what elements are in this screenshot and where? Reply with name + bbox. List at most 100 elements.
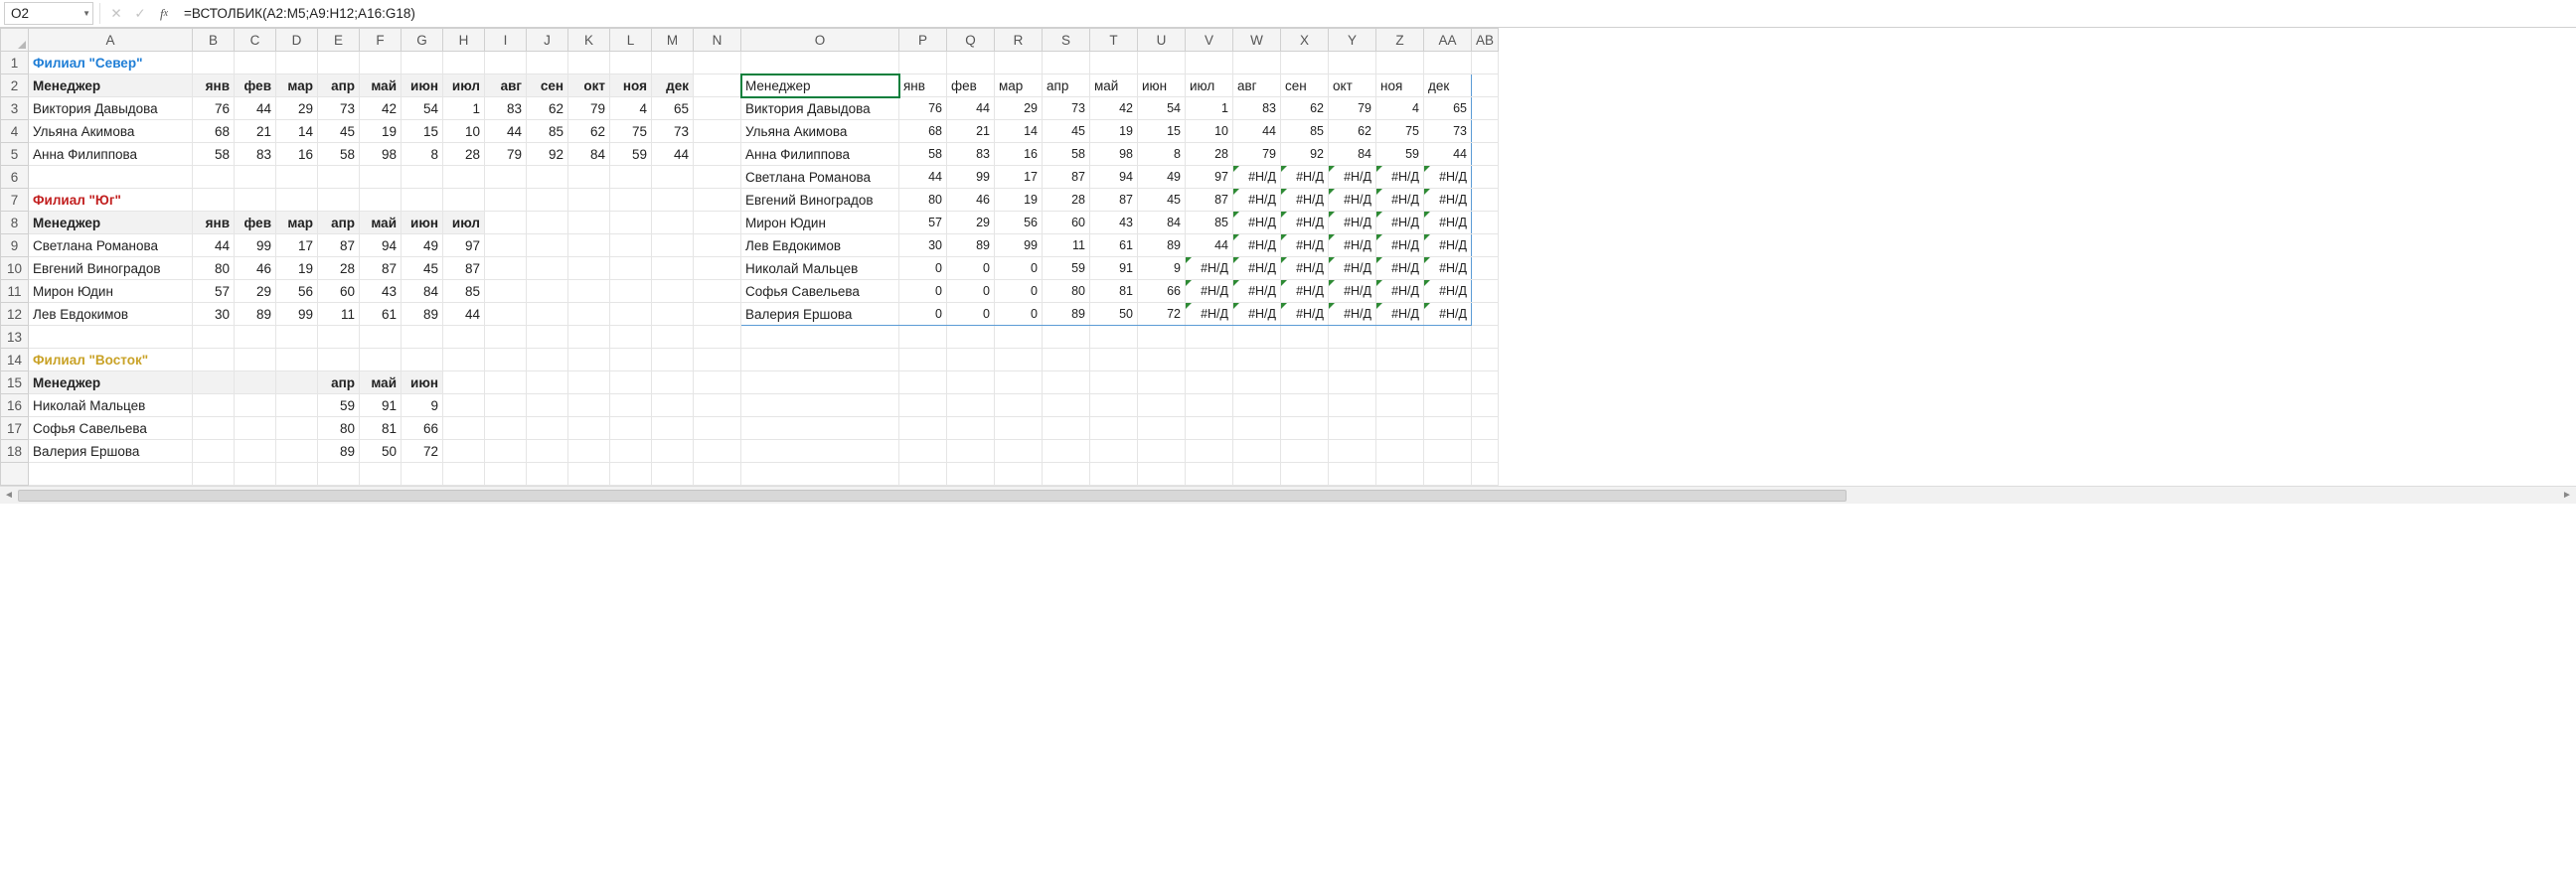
cell-G6[interactable]	[402, 166, 443, 189]
cell-R1[interactable]	[995, 52, 1043, 74]
cell-AB9[interactable]	[1472, 234, 1499, 257]
cell-A17[interactable]: Софья Савельева	[29, 417, 193, 440]
cell-M17[interactable]	[652, 417, 694, 440]
cell-U6[interactable]: 49	[1138, 166, 1186, 189]
cell-G19[interactable]	[402, 463, 443, 486]
row-header-12[interactable]: 12	[1, 303, 29, 326]
cell-Q18[interactable]	[947, 440, 995, 463]
cell-O11[interactable]: Софья Савельева	[741, 280, 899, 303]
cell-A14[interactable]: Филиал "Восток"	[29, 349, 193, 371]
cell-Y2[interactable]: окт	[1329, 74, 1376, 97]
cell-C8[interactable]: фев	[235, 212, 276, 234]
cell-R2[interactable]: мар	[995, 74, 1043, 97]
col-header-I[interactable]: I	[485, 29, 527, 52]
cell-X1[interactable]	[1281, 52, 1329, 74]
col-header-T[interactable]: T	[1090, 29, 1138, 52]
cell-C14[interactable]	[235, 349, 276, 371]
cell-E10[interactable]: 28	[318, 257, 360, 280]
cell-Y10[interactable]: #Н/Д	[1329, 257, 1376, 280]
cell-V18[interactable]	[1186, 440, 1233, 463]
cell-Q1[interactable]	[947, 52, 995, 74]
cell-X5[interactable]: 92	[1281, 143, 1329, 166]
cell-J18[interactable]	[527, 440, 568, 463]
cell-V19[interactable]	[1186, 463, 1233, 486]
col-header-S[interactable]: S	[1043, 29, 1090, 52]
cell-Y3[interactable]: 79	[1329, 97, 1376, 120]
cell-J19[interactable]	[527, 463, 568, 486]
chevron-down-icon[interactable]: ▼	[82, 9, 90, 18]
cell-Q6[interactable]: 99	[947, 166, 995, 189]
cell-T8[interactable]: 43	[1090, 212, 1138, 234]
cell-S6[interactable]: 87	[1043, 166, 1090, 189]
cell-O9[interactable]: Лев Евдокимов	[741, 234, 899, 257]
cell-Z11[interactable]: #Н/Д	[1376, 280, 1424, 303]
cell-AB1[interactable]	[1472, 52, 1499, 74]
cell-M12[interactable]	[652, 303, 694, 326]
cell-K4[interactable]: 62	[568, 120, 610, 143]
cell-M8[interactable]	[652, 212, 694, 234]
cell-I17[interactable]	[485, 417, 527, 440]
col-header-M[interactable]: M	[652, 29, 694, 52]
row-header-19[interactable]	[1, 463, 29, 486]
cell-D18[interactable]	[276, 440, 318, 463]
cell-G9[interactable]: 49	[402, 234, 443, 257]
cell-I3[interactable]: 83	[485, 97, 527, 120]
cell-C7[interactable]	[235, 189, 276, 212]
cell-Q3[interactable]: 44	[947, 97, 995, 120]
cell-AB15[interactable]	[1472, 371, 1499, 394]
col-header-K[interactable]: K	[568, 29, 610, 52]
cell-W8[interactable]: #Н/Д	[1233, 212, 1281, 234]
cell-F19[interactable]	[360, 463, 402, 486]
cell-E13[interactable]	[318, 326, 360, 349]
cell-AA8[interactable]: #Н/Д	[1424, 212, 1472, 234]
cell-U9[interactable]: 89	[1138, 234, 1186, 257]
cell-F13[interactable]	[360, 326, 402, 349]
cell-P12[interactable]: 0	[899, 303, 947, 326]
cell-L10[interactable]	[610, 257, 652, 280]
cell-Y13[interactable]	[1329, 326, 1376, 349]
cell-Z10[interactable]: #Н/Д	[1376, 257, 1424, 280]
cell-T15[interactable]	[1090, 371, 1138, 394]
cell-R10[interactable]: 0	[995, 257, 1043, 280]
cell-D13[interactable]	[276, 326, 318, 349]
cell-Z16[interactable]	[1376, 394, 1424, 417]
cell-R6[interactable]: 17	[995, 166, 1043, 189]
cell-K17[interactable]	[568, 417, 610, 440]
cell-S18[interactable]	[1043, 440, 1090, 463]
cell-J15[interactable]	[527, 371, 568, 394]
cell-D9[interactable]: 17	[276, 234, 318, 257]
cell-S19[interactable]	[1043, 463, 1090, 486]
cell-J8[interactable]	[527, 212, 568, 234]
cell-Z14[interactable]	[1376, 349, 1424, 371]
cell-P17[interactable]	[899, 417, 947, 440]
cell-F8[interactable]: май	[360, 212, 402, 234]
cell-W13[interactable]	[1233, 326, 1281, 349]
cell-K3[interactable]: 79	[568, 97, 610, 120]
cell-C15[interactable]	[235, 371, 276, 394]
cell-D11[interactable]: 56	[276, 280, 318, 303]
cell-L5[interactable]: 59	[610, 143, 652, 166]
cell-M19[interactable]	[652, 463, 694, 486]
cell-T12[interactable]: 50	[1090, 303, 1138, 326]
cell-A9[interactable]: Светлана Романова	[29, 234, 193, 257]
cell-B6[interactable]	[193, 166, 235, 189]
cell-G5[interactable]: 8	[402, 143, 443, 166]
cell-F15[interactable]: май	[360, 371, 402, 394]
cell-L14[interactable]	[610, 349, 652, 371]
cell-N3[interactable]	[694, 97, 741, 120]
cell-S17[interactable]	[1043, 417, 1090, 440]
cell-O19[interactable]	[741, 463, 899, 486]
cell-A2[interactable]: Менеджер	[29, 74, 193, 97]
cell-AA9[interactable]: #Н/Д	[1424, 234, 1472, 257]
cell-U10[interactable]: 9	[1138, 257, 1186, 280]
formula-input[interactable]: =ВСТОЛБИК(A2:M5;A9:H12;A16:G18)	[176, 0, 2576, 27]
cell-V12[interactable]: #Н/Д	[1186, 303, 1233, 326]
cell-G11[interactable]: 84	[402, 280, 443, 303]
cell-K11[interactable]	[568, 280, 610, 303]
cell-E5[interactable]: 58	[318, 143, 360, 166]
cell-Y12[interactable]: #Н/Д	[1329, 303, 1376, 326]
cell-L17[interactable]	[610, 417, 652, 440]
cell-O15[interactable]	[741, 371, 899, 394]
cell-R14[interactable]	[995, 349, 1043, 371]
cell-H2[interactable]: июл	[443, 74, 485, 97]
